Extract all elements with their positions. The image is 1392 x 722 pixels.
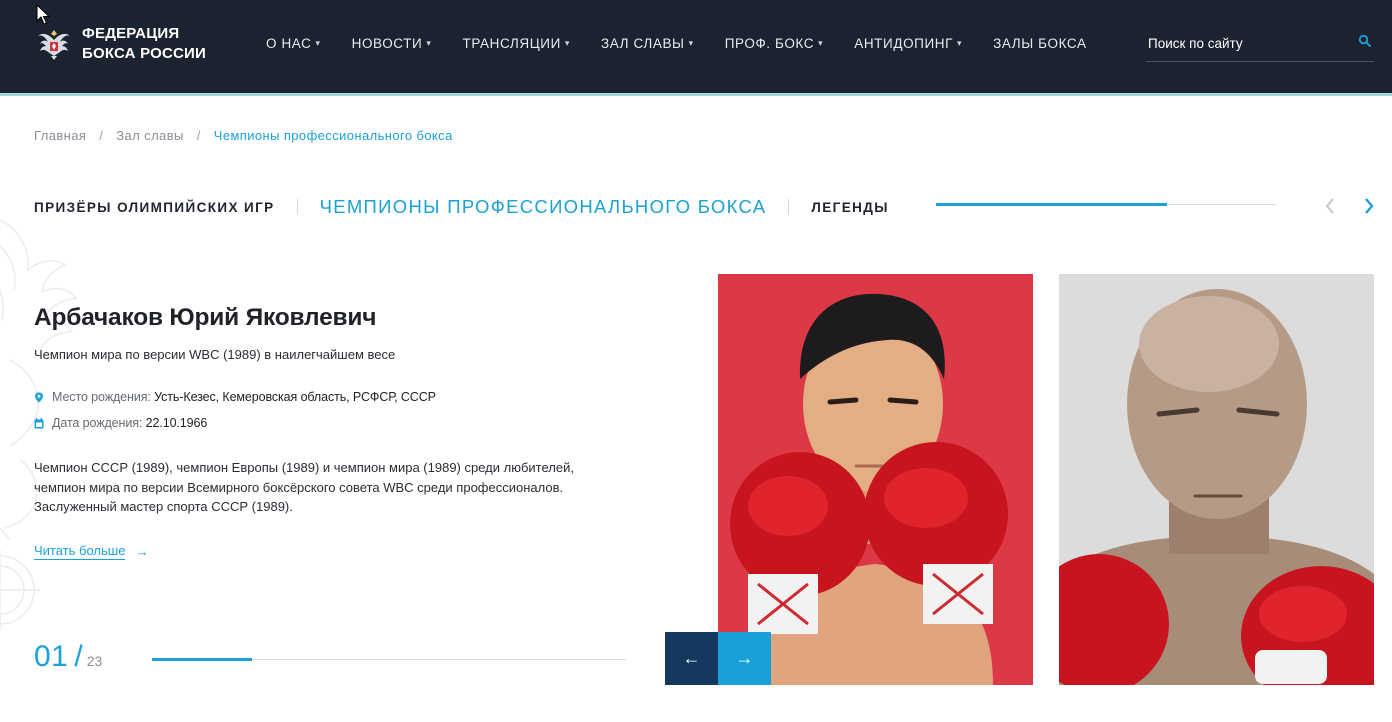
nav-item-label: ПРОФ. БОКС [724,36,815,51]
tab-divider [788,199,790,215]
nav-item-antidoping[interactable]: АНТИДОПИНГ ▾ [854,36,962,51]
chevron-down-icon: ▾ [688,38,694,48]
calendar-icon [34,417,44,428]
read-more-label: Читать больше [34,543,126,560]
chevron-down-icon: ▾ [315,38,321,48]
tabs-progress-fill [936,203,1168,206]
main-nav: О НАС ▾ НОВОСТИ ▾ ТРАНСЛЯЦИИ ▾ ЗАЛ СЛАВЫ… [266,36,1118,51]
double-headed-eagle-icon [38,30,70,60]
slide-progress-fill [152,658,252,661]
chevron-down-icon: ▾ [564,38,571,48]
slider-prev-button[interactable]: ← [665,632,718,685]
birthdate-row: Дата рождения: 22.10.1966 [34,416,207,430]
champion-photo-next[interactable] [1059,274,1374,685]
boxer-photo-next [1059,274,1374,685]
breadcrumb: Главная / Зал славы / Чемпионы профессио… [34,128,453,143]
slide-counter-total: 23 [86,653,103,669]
breadcrumb-current: Чемпионы профессионального бокса [213,128,453,143]
slide-counter-current: 01 [34,640,69,673]
nav-item-label: ЗАЛЫ БОКСА [993,36,1087,51]
arrow-right-icon: → [135,544,149,559]
nav-item-label: АНТИДОПИНГ [854,36,954,51]
birthplace-row: Место рождения: Усть-Кезес, Кемеровская … [34,390,436,404]
nav-item-label: ЗАЛ СЛАВЫ [601,36,685,51]
read-more-link[interactable]: Читать больше → [34,543,148,560]
nav-item-pro-boxing[interactable]: ПРОФ. БОКС ▾ [725,36,823,51]
tab-pro-champions[interactable]: ЧЕМПИОНЫ ПРОФЕССИОНАЛЬНОГО БОКСА [320,196,767,218]
nav-item-label: НОВОСТИ [351,36,423,51]
logo-line-1: ФЕДЕРАЦИЯ [82,25,180,42]
champion-name: Арбачаков Юрий Яковлевич [34,304,377,331]
nav-item-hall-of-fame[interactable]: ЗАЛ СЛАВЫ ▾ [601,36,694,51]
nav-item-news[interactable]: НОВОСТИ ▾ [352,36,432,51]
champion-title: Чемпион мира по версии WBC (1989) в наил… [34,347,396,362]
search-icon[interactable] [1358,34,1372,48]
breadcrumb-separator: / [99,128,104,143]
category-tabs: ПРИЗЁРЫ ОЛИМПИЙСКИХ ИГР ЧЕМПИОНЫ ПРОФЕСС… [34,194,889,220]
tab-legends[interactable]: ЛЕГЕНДЫ [811,200,889,215]
nav-item-about[interactable]: О НАС ▾ [266,36,321,51]
arrow-left-icon: ← [682,648,701,668]
chevron-right-icon[interactable] [1361,196,1377,216]
nav-item-label: ТРАНСЛЯЦИИ [462,36,561,51]
nav-item-label: О НАС [266,36,312,51]
champion-description: Чемпион СССР (1989), чемпион Европы (198… [34,460,574,514]
champion-photo-current[interactable] [718,274,1033,685]
search-input[interactable] [1146,30,1336,56]
chevron-left-icon[interactable] [1322,196,1338,216]
birthplace-label: Место рождения: [52,390,151,404]
chevron-down-icon: ▾ [957,38,963,48]
chevron-down-icon: ▾ [818,38,824,48]
slide-counter: 01 / 23 [34,640,102,674]
mouse-pointer-icon [36,4,50,25]
site-header: ФЕДЕРАЦИЯ БОКСА РОССИИ О НАС ▾ НОВОСТИ ▾… [0,0,1392,96]
birthplace-value: Усть-Кезес, Кемеровская область, РСФСР, … [154,390,436,404]
map-pin-icon [35,392,43,402]
tab-olympic-medalists[interactable]: ПРИЗЁРЫ ОЛИМПИЙСКИХ ИГР [34,200,275,215]
arrow-right-icon: → [735,648,754,668]
birthdate-label: Дата рождения: [52,416,143,430]
logo-line-2: БОКСА РОССИИ [82,45,206,62]
boxer-photo-arbachakov [718,274,1033,685]
site-search [1146,30,1374,62]
breadcrumb-hall-of-fame[interactable]: Зал славы [116,128,183,143]
breadcrumb-home[interactable]: Главная [34,128,86,143]
tab-divider [296,199,298,215]
birthdate-value: 22.10.1966 [145,416,208,430]
breadcrumb-separator: / [196,128,201,143]
chevron-down-icon: ▾ [426,38,432,48]
site-logo[interactable]: ФЕДЕРАЦИЯ БОКСА РОССИИ [34,24,206,64]
slide-counter-slash: / [74,640,83,673]
logo-text: ФЕДЕРАЦИЯ БОКСА РОССИИ [82,24,206,64]
slider-next-button[interactable]: → [718,632,771,685]
nav-item-broadcasts[interactable]: ТРАНСЛЯЦИИ ▾ [462,36,570,51]
nav-item-boxing-gyms[interactable]: ЗАЛЫ БОКСА [993,36,1086,51]
